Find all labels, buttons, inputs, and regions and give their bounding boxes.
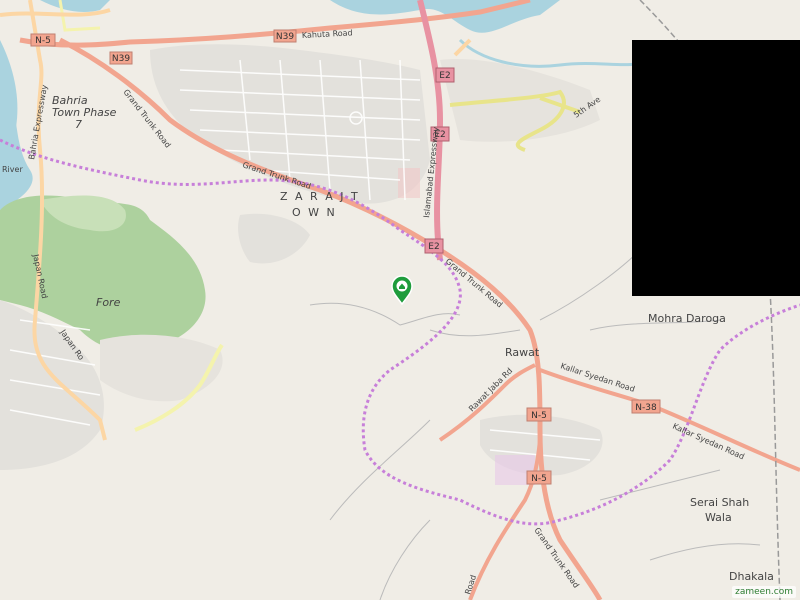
shield-n39-left: N39 [109,51,133,65]
label-river: River [2,165,23,174]
label-mohra-daroga: Mohra Daroga [648,312,726,325]
svg-text:E2: E2 [428,242,439,252]
shield-n38: N-38 [631,399,661,414]
brand-watermark: zameen.com [732,586,796,598]
label-rawat: Rawat [505,346,540,359]
shield-n5-top: N-5 [30,33,56,47]
label-dhakala: Dhakala [729,570,774,583]
svg-text:N39: N39 [276,32,294,42]
label-zarait-2: O W N [292,206,337,219]
svg-text:E2: E2 [439,71,450,81]
label-serai-2: Wala [705,511,732,524]
svg-text:N39: N39 [112,54,130,64]
label-bahria-town-2: Town Phase [52,106,117,119]
svg-text:N-5: N-5 [531,474,547,484]
redaction-box [632,40,800,296]
svg-text:N-5: N-5 [531,411,547,421]
shield-e2-top: E2 [435,67,455,83]
label-zarait-1: Z A R A J T [280,190,360,203]
label-serai-1: Serai Shah [690,496,749,509]
shield-n5-bottom: N-5 [526,470,552,485]
commercial-area [398,168,420,198]
svg-text:N-38: N-38 [635,403,657,413]
shield-n5-mid: N-5 [526,407,552,422]
shield-n39-top: N39 [273,29,297,43]
map-canvas[interactable]: N-5 N39 N39 E2 E2 E2 N-38 N-5 N-5 Kahuta… [0,0,800,600]
shield-e2-bottom: E2 [424,238,444,254]
home-icon [396,280,408,292]
label-bahria-town-3: 7 [75,118,82,131]
svg-text:N-5: N-5 [35,36,51,46]
label-forest: Fore [96,296,121,309]
